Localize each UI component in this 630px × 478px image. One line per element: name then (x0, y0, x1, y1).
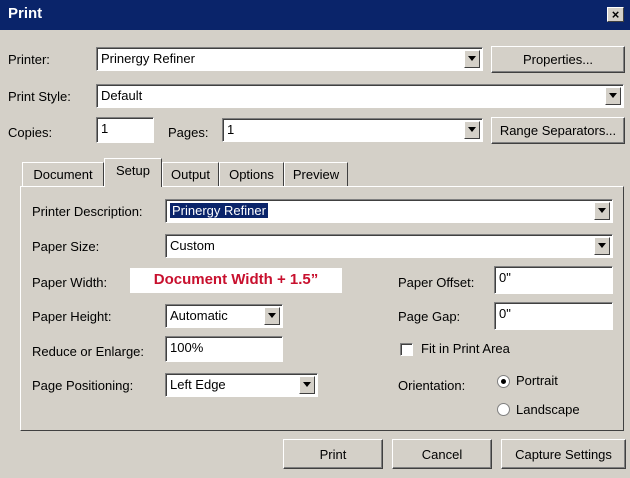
printer-select[interactable]: Prinergy Refiner (96, 47, 483, 71)
title-bar[interactable]: Print × (0, 0, 630, 30)
cancel-button[interactable]: Cancel (392, 439, 492, 469)
fit-in-print-area-label[interactable]: Fit in Print Area (421, 341, 510, 356)
page-positioning-select[interactable]: Left Edge (165, 373, 318, 397)
tab-output[interactable]: Output (162, 162, 219, 186)
range-separators-button[interactable]: Range Separators... (491, 117, 625, 144)
pages-select[interactable]: 1 (222, 118, 483, 142)
chevron-down-icon (594, 202, 610, 220)
document-width-annotation: Document Width + 1.5” (130, 268, 342, 293)
capture-settings-button[interactable]: Capture Settings (501, 439, 626, 469)
orientation-label: Orientation: (398, 378, 466, 393)
print-button[interactable]: Print (283, 439, 383, 469)
printer-description-label: Printer Description: (32, 204, 143, 219)
reduce-enlarge-label: Reduce or Enlarge: (32, 344, 145, 359)
paper-size-label: Paper Size: (32, 239, 100, 254)
chevron-down-icon (464, 121, 480, 139)
tab-options[interactable]: Options (219, 162, 284, 186)
paper-height-label: Paper Height: (32, 309, 112, 324)
paper-size-select[interactable]: Custom (165, 234, 613, 258)
page-gap-label: Page Gap: (398, 309, 461, 324)
page-positioning-label: Page Positioning: (32, 378, 134, 393)
print-dialog: Print × Printer: Prinergy Refiner Proper… (0, 0, 630, 478)
tab-setup[interactable]: Setup (104, 158, 162, 187)
portrait-label[interactable]: Portrait (516, 373, 558, 388)
paper-height-select[interactable]: Automatic (165, 304, 283, 328)
print-style-label: Print Style: (8, 89, 71, 104)
paper-offset-input[interactable]: 0" (494, 266, 613, 294)
portrait-radio[interactable] (497, 375, 510, 388)
copies-input[interactable]: 1 (96, 117, 154, 143)
printer-label: Printer: (8, 52, 50, 67)
chevron-down-icon (264, 307, 280, 325)
window-title: Print (8, 5, 43, 22)
close-button[interactable]: × (607, 7, 624, 22)
paper-width-label: Paper Width: (32, 275, 108, 290)
chevron-down-icon (605, 87, 621, 105)
pages-label: Pages: (168, 125, 209, 140)
reduce-enlarge-input[interactable]: 100% (165, 336, 283, 362)
chevron-down-icon (594, 237, 610, 255)
tab-preview[interactable]: Preview (284, 162, 348, 186)
paper-offset-label: Paper Offset: (398, 275, 475, 290)
tab-document[interactable]: Document (22, 162, 104, 186)
chevron-down-icon (299, 376, 315, 394)
print-style-select[interactable]: Default (96, 84, 624, 108)
copies-label: Copies: (8, 125, 53, 140)
properties-button[interactable]: Properties... (491, 46, 625, 73)
landscape-radio[interactable] (497, 403, 510, 416)
printer-description-select[interactable]: Prinergy Refiner (165, 199, 613, 223)
chevron-down-icon (464, 50, 480, 68)
page-gap-input[interactable]: 0" (494, 302, 613, 330)
fit-in-print-area-checkbox[interactable] (400, 343, 413, 356)
landscape-label[interactable]: Landscape (516, 402, 580, 417)
